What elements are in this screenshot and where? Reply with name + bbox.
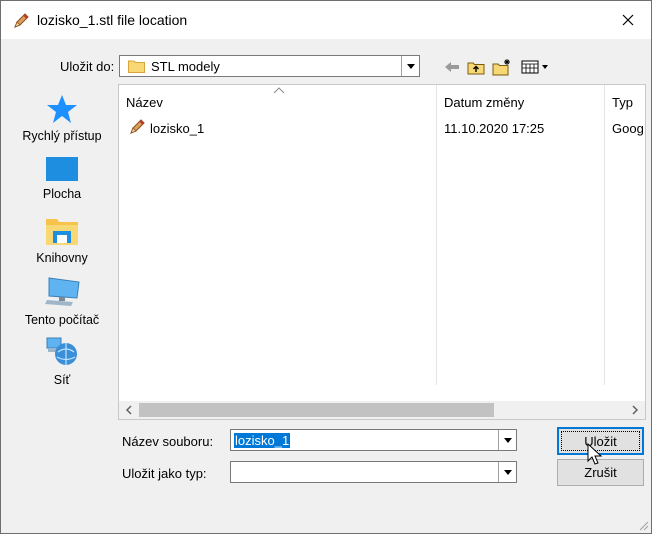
new-folder-button[interactable]: [491, 58, 513, 76]
place-desktop[interactable]: Plocha: [14, 156, 110, 201]
scroll-left-button[interactable]: [121, 402, 137, 418]
up-folder-icon: [467, 62, 485, 75]
place-network[interactable]: Síť: [14, 336, 110, 387]
filetype-dropdown-button[interactable]: [498, 462, 516, 482]
desktop-icon: [46, 157, 78, 181]
column-header-name[interactable]: Název: [126, 95, 163, 110]
column-header-date[interactable]: Datum změny: [444, 95, 524, 110]
filename-label: Název souboru:: [122, 434, 214, 449]
scroll-right-button[interactable]: [627, 402, 643, 418]
close-icon: [622, 14, 634, 26]
window-title: lozisko_1.stl file location: [37, 12, 188, 28]
new-folder-icon: [492, 59, 510, 76]
pen-file-icon: [130, 119, 145, 134]
chevron-down-icon: [406, 63, 415, 69]
place-quick-access[interactable]: Rychlý přístup: [14, 94, 110, 143]
computer-icon: [45, 277, 80, 306]
chevron-down-icon: [503, 469, 512, 475]
filename-value: lozisko_1: [234, 433, 291, 448]
save-in-label: Uložit do:: [60, 59, 115, 74]
filetype-combo[interactable]: [230, 461, 517, 483]
place-this-pc[interactable]: Tento počítač: [14, 276, 110, 327]
filename-input[interactable]: lozisko_1: [230, 429, 517, 451]
chevron-left-icon: [125, 405, 132, 415]
place-label: Rychlý přístup: [22, 129, 102, 143]
column-separator: [604, 85, 605, 385]
chevron-down-icon: [503, 437, 512, 443]
place-label: Plocha: [42, 187, 82, 201]
save-in-dropdown-button[interactable]: [401, 56, 419, 76]
star-icon: [47, 95, 77, 123]
library-icon: [46, 219, 78, 245]
horizontal-scrollbar[interactable]: [119, 401, 645, 419]
pen-app-icon: [14, 13, 29, 28]
cancel-button-label: Zrušit: [584, 465, 617, 480]
back-arrow-icon: [445, 62, 459, 72]
place-libraries[interactable]: Knihovny: [14, 216, 110, 265]
chevron-right-icon: [632, 405, 639, 415]
mouse-pointer-icon: [587, 443, 603, 465]
file-type: Goog: [612, 121, 644, 136]
filename-dropdown-button[interactable]: [498, 430, 516, 450]
back-button[interactable]: [441, 58, 463, 76]
file-date: 11.10.2020 17:25: [444, 121, 545, 136]
file-list[interactable]: Název Datum změny Typ lozisko_1 11.10.20…: [118, 84, 646, 420]
close-button[interactable]: [605, 1, 651, 39]
filetype-label: Uložit jako typ:: [122, 466, 207, 481]
up-folder-button[interactable]: [465, 58, 487, 76]
save-in-value: STL modely: [151, 59, 220, 74]
network-icon: [46, 337, 77, 365]
places-bar: Rychlý přístup Plocha Knihovny Tento poč…: [14, 84, 110, 414]
place-label: Tento počítač: [24, 313, 100, 327]
column-separator: [436, 85, 437, 385]
save-in-combo[interactable]: STL modely: [119, 55, 420, 77]
file-name: lozisko_1: [150, 121, 205, 136]
resize-grip-icon[interactable]: [637, 519, 649, 531]
sort-ascending-icon: [273, 87, 285, 94]
column-header-type[interactable]: Typ: [612, 95, 633, 110]
view-menu-icon: [521, 60, 548, 74]
scrollbar-thumb[interactable]: [139, 403, 494, 417]
place-label: Knihovny: [36, 251, 88, 265]
view-menu-button[interactable]: [519, 58, 553, 76]
title-bar[interactable]: lozisko_1.stl file location: [1, 1, 651, 39]
folder-icon: [128, 60, 145, 73]
place-label: Síť: [53, 373, 71, 387]
save-dialog: lozisko_1.stl file location Uložit do: S…: [0, 0, 652, 534]
